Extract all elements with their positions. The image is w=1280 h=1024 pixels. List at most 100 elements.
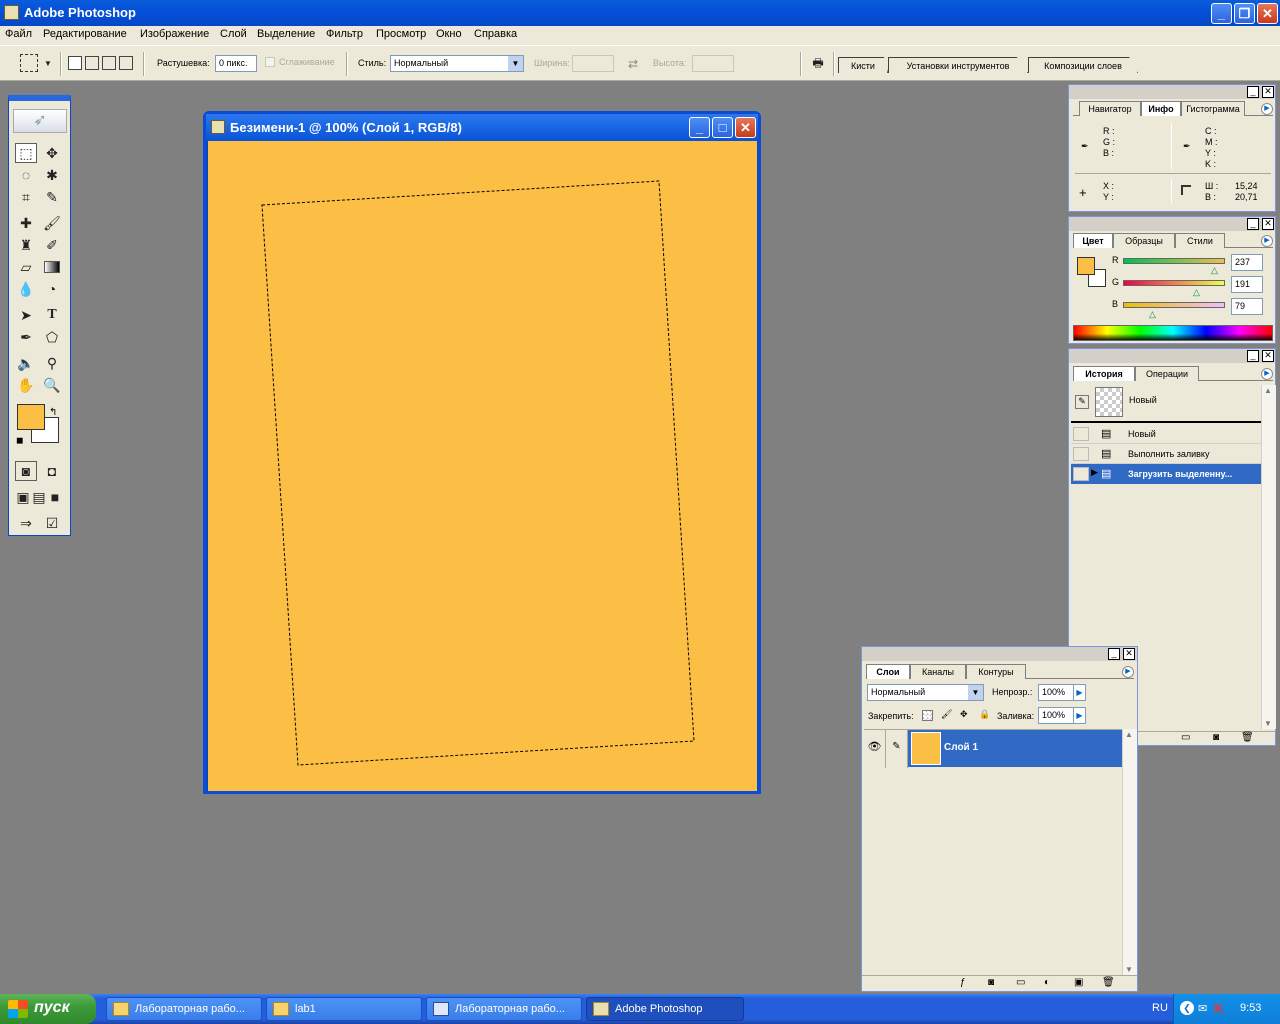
menu-view[interactable]: Просмотр (376, 28, 426, 40)
language-indicator[interactable]: RU (1152, 1002, 1168, 1014)
screen-mode-full-menu-icon[interactable]: ▤ (31, 487, 47, 507)
edit-in-imageready-icon[interactable]: ☑ (41, 513, 63, 533)
doc-close-button[interactable]: ✕ (735, 117, 756, 138)
b-slider-thumb-icon[interactable]: △ (1149, 309, 1156, 320)
add-selection-icon[interactable] (85, 56, 99, 70)
default-colors-icon[interactable]: ◼ (16, 435, 26, 445)
hand-tool-icon[interactable]: ✋ (15, 375, 37, 395)
r-slider-thumb-icon[interactable]: △ (1211, 265, 1218, 276)
history-brush-icon[interactable]: ✐ (41, 235, 63, 255)
preset-dropdown-icon[interactable]: ▼ (43, 56, 53, 70)
tab-navigator[interactable]: Навигатор (1079, 101, 1141, 116)
tab-layers[interactable]: Слои (866, 664, 910, 679)
lock-position-icon[interactable]: ✥ (960, 709, 968, 720)
gradient-tool-icon[interactable] (41, 257, 63, 277)
custom-shape-icon[interactable]: ⬠ (41, 327, 63, 347)
eyedropper-icon[interactable]: ⚲ (41, 353, 63, 373)
menu-edit[interactable]: Редактирование (43, 28, 127, 40)
eraser-tool-icon[interactable]: ▱ (15, 257, 37, 277)
swap-colors-icon[interactable]: ↰ (49, 407, 57, 418)
panel-minimize-button[interactable]: _ (1247, 218, 1259, 230)
minimize-button[interactable]: _ (1211, 3, 1232, 24)
history-source-box[interactable] (1073, 447, 1089, 461)
security-alert-icon[interactable]: ✉ (1198, 1002, 1207, 1015)
r-slider[interactable] (1123, 258, 1225, 264)
layer-row[interactable]: 👁 ✎ Слой 1 (864, 729, 1122, 768)
close-button[interactable]: ✕ (1257, 3, 1278, 24)
delete-state-icon[interactable]: 🗑 (1241, 732, 1254, 743)
jump-to-imageready-icon[interactable]: ⇒ (15, 513, 37, 533)
history-snapshot[interactable]: ✎ Новый (1071, 385, 1261, 423)
app-title-bar[interactable]: Adobe Photoshop _ ❐ ✕ (0, 0, 1280, 26)
b-slider[interactable] (1123, 302, 1225, 308)
menu-image[interactable]: Изображение (140, 28, 209, 40)
panel-close-button[interactable]: ✕ (1262, 86, 1274, 98)
restore-button[interactable]: ❐ (1234, 3, 1255, 24)
new-selection-icon[interactable] (68, 56, 82, 70)
pen-tool-icon[interactable]: ✒ (15, 327, 37, 347)
menu-layer[interactable]: Слой (220, 28, 247, 40)
g-slider-thumb-icon[interactable]: △ (1193, 287, 1200, 298)
history-brush-source-icon[interactable]: ✎ (1075, 395, 1089, 409)
path-selection-icon[interactable]: ➤ (15, 305, 37, 325)
tab-history[interactable]: История (1073, 366, 1135, 381)
history-item[interactable]: ▤ Выполнить заливку (1071, 444, 1261, 464)
fill-arrow-icon[interactable]: ▶ (1073, 707, 1086, 724)
slice-tool-icon[interactable]: ✎ (41, 187, 63, 207)
brush-tool-icon[interactable]: 🖌 (41, 213, 63, 233)
tab-swatches[interactable]: Образцы (1113, 233, 1175, 248)
taskbar-item[interactable]: lab1 (266, 997, 422, 1021)
layers-panel-header[interactable]: _ ✕ (862, 647, 1137, 661)
marquee-tool-icon[interactable]: ⬚ (15, 143, 37, 163)
history-source-box[interactable] (1073, 467, 1089, 481)
width-input[interactable] (572, 55, 614, 72)
panel-close-button[interactable]: ✕ (1123, 648, 1135, 660)
taskbar-item-active[interactable]: Adobe Photoshop (586, 997, 744, 1021)
quick-mask-icon[interactable]: ◘ (41, 461, 63, 481)
zoom-tool-icon[interactable]: 🔍 (41, 375, 63, 395)
screen-mode-full-icon[interactable]: ■ (47, 487, 63, 507)
well-tab-layer-comps[interactable]: Композиции слоев (1028, 57, 1138, 73)
crop-tool-icon[interactable]: ⌗ (15, 187, 37, 207)
fill-input[interactable]: 100% (1038, 707, 1074, 724)
delete-layer-icon[interactable]: 🗑 (1102, 977, 1115, 988)
taskbar-item[interactable]: Лабораторная рабо... (106, 997, 262, 1021)
new-layer-icon[interactable]: ▣ (1074, 977, 1083, 988)
menu-filter[interactable]: Фильтр (326, 28, 363, 40)
layers-scrollbar[interactable]: ▲ ▼ (1122, 729, 1137, 975)
history-item[interactable]: ▤ Новый (1071, 424, 1261, 444)
lock-image-icon[interactable]: 🖌 (941, 709, 952, 720)
blend-mode-select[interactable]: Нормальный ▼ (867, 684, 984, 701)
menu-help[interactable]: Справка (474, 28, 517, 40)
start-button[interactable]: пуск (0, 994, 96, 1024)
magic-wand-icon[interactable]: ✱ (41, 165, 63, 185)
tab-styles[interactable]: Стили (1175, 233, 1225, 248)
marquee-preset-icon[interactable] (20, 54, 38, 72)
clone-stamp-icon[interactable]: ♜ (15, 235, 37, 255)
file-browser-icon[interactable]: 🖶 (808, 54, 828, 74)
layer-mask-icon[interactable]: ◙ (988, 977, 994, 988)
layer-brush-link-icon[interactable]: ✎ (886, 730, 908, 768)
tab-paths[interactable]: Контуры (966, 664, 1026, 679)
r-value-input[interactable]: 237 (1231, 254, 1263, 271)
layer-visibility-eye-icon[interactable]: 👁 (864, 730, 886, 768)
antialias-checkbox[interactable] (265, 57, 275, 67)
well-tab-tool-presets[interactable]: Установки инструментов (888, 57, 1028, 73)
chevron-down-icon[interactable]: ▼ (968, 685, 983, 700)
doc-maximize-button[interactable]: □ (712, 117, 733, 138)
intersect-selection-icon[interactable] (119, 56, 133, 70)
info-panel-header[interactable]: _ ✕ (1069, 85, 1275, 99)
style-select[interactable]: Нормальный ▼ (390, 55, 524, 72)
standard-mode-icon[interactable]: ◙ (15, 461, 37, 481)
lock-transparency-icon[interactable] (922, 710, 933, 721)
adjustment-layer-icon[interactable]: ◐ (1044, 977, 1050, 988)
color-spectrum-ramp[interactable] (1073, 325, 1273, 341)
panel-minimize-button[interactable]: _ (1108, 648, 1120, 660)
panel-close-button[interactable]: ✕ (1262, 218, 1274, 230)
tab-info[interactable]: Инфо (1141, 101, 1181, 116)
document-title-bar[interactable]: Безимени-1 @ 100% (Слой 1, RGB/8) _ □ ✕ (206, 114, 758, 141)
show-hidden-icons-icon[interactable]: ❮ (1180, 1001, 1194, 1015)
tab-actions[interactable]: Операции (1135, 366, 1199, 381)
panel-menu-arrow-icon[interactable]: ▶ (1261, 103, 1273, 115)
type-tool-icon[interactable]: T (41, 305, 63, 325)
